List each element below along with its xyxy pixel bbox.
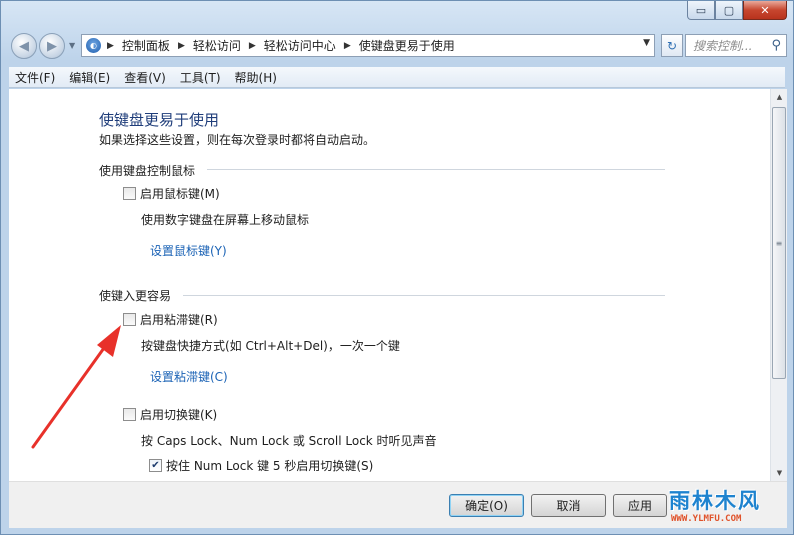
setup-mouse-keys-link[interactable]: 设置鼠标键(Y): [150, 242, 227, 259]
menu-tools[interactable]: 工具(T): [180, 69, 221, 86]
refresh-icon: ↻: [666, 38, 678, 53]
back-arrow-icon: ◀: [19, 38, 29, 54]
mouse-keys-option[interactable]: 启用鼠标键(M): [123, 185, 220, 202]
cancel-button[interactable]: 取消: [531, 494, 606, 517]
close-button[interactable]: ✕: [743, 1, 787, 20]
back-button[interactable]: ◀: [11, 33, 37, 59]
toggle-keys-label[interactable]: 启用切换键(K): [140, 406, 217, 423]
section-divider: [183, 295, 665, 296]
navigation-bar: ◀ ▶ ▼ ◐ ▶ 控制面板 ▶ 轻松访问 ▶ 轻松访问中心 ▶ 使键盘更易于使…: [9, 31, 787, 61]
breadcrumb-separator-icon[interactable]: ▶: [249, 41, 256, 51]
scroll-down-icon[interactable]: ▼: [771, 465, 788, 481]
toggle-keys-option[interactable]: 启用切换键(K): [123, 406, 217, 423]
scroll-up-icon[interactable]: ▲: [771, 89, 788, 105]
setup-sticky-keys-link[interactable]: 设置粘滞键(C): [150, 368, 228, 385]
sticky-keys-option[interactable]: 启用粘滞键(R): [123, 311, 218, 328]
breadcrumb-keyboard[interactable]: 使键盘更易于使用: [359, 37, 455, 54]
address-dropdown-icon[interactable]: ▼: [643, 38, 650, 48]
breadcrumb-ease-of-access-center[interactable]: 轻松访问中心: [264, 37, 336, 54]
toggle-keys-description: 按 Caps Lock、Num Lock 或 Scroll Lock 时听见声音: [141, 434, 437, 448]
ok-button[interactable]: 确定(O): [449, 494, 524, 517]
watermark-url: WWW.YLMFU.COM: [671, 514, 742, 524]
search-box[interactable]: ⚲: [685, 34, 787, 57]
toggle-keys-checkbox[interactable]: [123, 408, 136, 421]
breadcrumb-separator-icon[interactable]: ▶: [344, 41, 351, 51]
caption-buttons: ▭ ▢ ✕: [687, 1, 787, 20]
sticky-keys-checkbox[interactable]: [123, 313, 136, 326]
minimize-button[interactable]: ▭: [687, 1, 715, 20]
apply-button[interactable]: 应用: [613, 494, 667, 517]
menu-edit[interactable]: 编辑(E): [69, 69, 110, 86]
menu-help[interactable]: 帮助(H): [235, 69, 277, 86]
numlock-toggle-label[interactable]: 按住 Num Lock 键 5 秒启用切换键(S): [166, 457, 373, 474]
menu-bar: 文件(F) 编辑(E) 查看(V) 工具(T) 帮助(H): [9, 67, 785, 88]
sticky-keys-label[interactable]: 启用粘滞键(R): [140, 311, 218, 328]
section-heading-typing: 使键入更容易: [99, 289, 172, 303]
recent-pages-dropdown-icon[interactable]: ▼: [69, 41, 75, 50]
breadcrumb-separator-icon[interactable]: ▶: [107, 41, 114, 51]
forward-arrow-icon: ▶: [47, 38, 57, 54]
scroll-thumb[interactable]: ≡: [772, 107, 786, 379]
watermark-logo: 雨林木风 WWW.YLMFU.COM: [661, 485, 787, 531]
section-heading-mouse: 使用键盘控制鼠标: [99, 164, 196, 178]
breadcrumb-ease-of-access[interactable]: 轻松访问: [193, 37, 241, 54]
numlock-toggle-option[interactable]: ✔ 按住 Num Lock 键 5 秒启用切换键(S): [149, 457, 373, 474]
vertical-scrollbar[interactable]: ▲ ≡ ▼: [770, 89, 787, 481]
breadcrumb-control-panel[interactable]: 控制面板: [122, 37, 170, 54]
refresh-button[interactable]: ↻: [661, 34, 683, 57]
watermark-title: 雨林木风: [669, 489, 761, 513]
breadcrumb-separator-icon[interactable]: ▶: [178, 41, 185, 51]
search-icon[interactable]: ⚲: [771, 38, 781, 53]
page-subtitle: 如果选择这些设置，则在每次登录时都将自动启动。: [99, 133, 376, 147]
mouse-keys-label[interactable]: 启用鼠标键(M): [140, 185, 220, 202]
mouse-keys-checkbox[interactable]: [123, 187, 136, 200]
section-divider: [207, 169, 665, 170]
content-pane: 使键盘更易于使用 如果选择这些设置，则在每次登录时都将自动启动。 使用键盘控制鼠…: [9, 89, 770, 481]
menu-view[interactable]: 查看(V): [124, 69, 166, 86]
control-panel-icon: ◐: [86, 38, 101, 53]
address-bar[interactable]: ◐ ▶ 控制面板 ▶ 轻松访问 ▶ 轻松访问中心 ▶ 使键盘更易于使用 ▼: [81, 34, 655, 57]
search-input[interactable]: [693, 38, 765, 53]
maximize-button[interactable]: ▢: [715, 1, 743, 20]
numlock-toggle-checkbox[interactable]: ✔: [149, 459, 162, 472]
mouse-keys-description: 使用数字键盘在屏幕上移动鼠标: [141, 213, 310, 227]
forward-button[interactable]: ▶: [39, 33, 65, 59]
window-frame: ▭ ▢ ✕ ◀ ▶ ▼ ◐ ▶ 控制面板 ▶ 轻松访问 ▶ 轻松访问中心 ▶ 使…: [0, 0, 794, 535]
menu-file[interactable]: 文件(F): [15, 69, 55, 86]
sticky-keys-description: 按键盘快捷方式(如 Ctrl+Alt+Del)，一次一个键: [141, 339, 400, 353]
page-title: 使键盘更易于使用: [99, 111, 220, 129]
